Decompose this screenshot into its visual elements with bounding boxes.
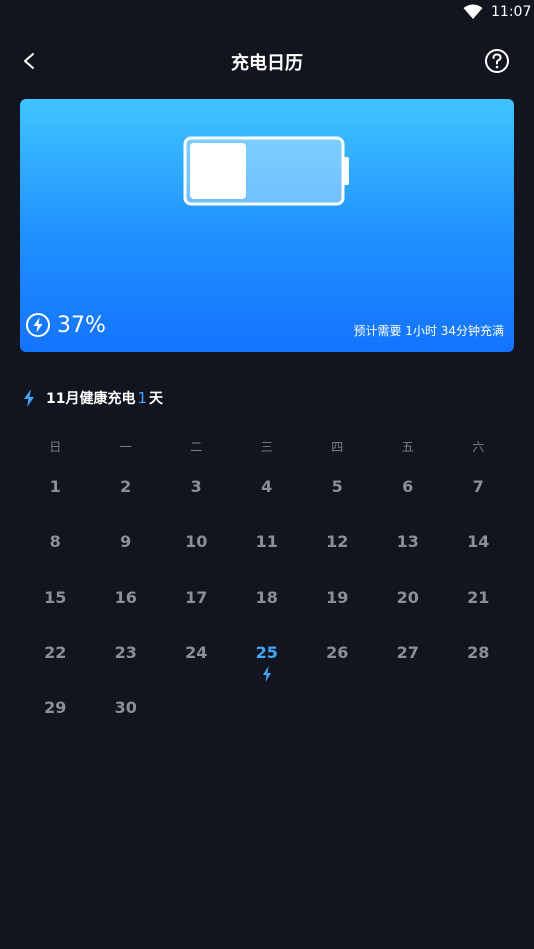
battery-icon bbox=[183, 136, 349, 206]
calendar-day[interactable]: 19 bbox=[302, 583, 373, 638]
day-number: 25 bbox=[255, 642, 278, 662]
calendar-days: 1 2 3 4 5 6 7 8 9 10 11 12 13 14 15 16 17 18 19 20 21 22 23 24 2… bbox=[20, 472, 514, 748]
bolt-icon bbox=[24, 389, 34, 407]
day-number: 18 bbox=[255, 587, 278, 607]
day-number: 6 bbox=[402, 477, 414, 496]
day-number: 11 bbox=[255, 532, 278, 552]
calendar-day[interactable]: 15 bbox=[20, 583, 91, 638]
calendar-day[interactable]: 11 bbox=[232, 527, 303, 582]
calendar-day[interactable]: 7 bbox=[443, 472, 514, 527]
calendar-day[interactable]: 29 bbox=[20, 693, 91, 748]
calendar-day[interactable]: 27 bbox=[373, 638, 444, 693]
day-number: 14 bbox=[467, 532, 490, 552]
day-number: 5 bbox=[331, 477, 343, 496]
weekday-header: 日一二三四五六 bbox=[20, 432, 514, 462]
calendar-day[interactable]: 13 bbox=[373, 527, 444, 582]
summary-suffix: 天 bbox=[149, 391, 164, 407]
day-number: 20 bbox=[396, 587, 419, 607]
calendar-day[interactable]: 5 bbox=[302, 472, 373, 527]
day-number: 12 bbox=[326, 532, 349, 552]
day-number: 15 bbox=[44, 587, 67, 607]
calendar-day[interactable]: 21 bbox=[443, 583, 514, 638]
calendar-day[interactable]: 12 bbox=[302, 527, 373, 582]
day-number: 30 bbox=[114, 698, 137, 718]
weekday-label: 四 bbox=[331, 440, 344, 454]
day-number: 22 bbox=[44, 642, 67, 662]
weekday-label: 六 bbox=[472, 440, 485, 454]
day-number: 2 bbox=[120, 477, 132, 496]
help-button[interactable] bbox=[484, 48, 510, 74]
calendar-day[interactable]: 24 bbox=[161, 638, 232, 693]
calendar-day[interactable]: 2 bbox=[91, 472, 162, 527]
calendar-day[interactable]: 28 bbox=[443, 638, 514, 693]
weekday-label: 五 bbox=[401, 440, 414, 454]
day-number: 27 bbox=[396, 642, 419, 662]
calendar-day[interactable]: 1 bbox=[20, 472, 91, 527]
calendar-day[interactable]: 6 bbox=[373, 472, 444, 527]
calendar-day[interactable]: 26 bbox=[302, 638, 373, 693]
battery-card: 37% 预计需要 1小时 34分钟充满 bbox=[20, 99, 514, 352]
day-number: 17 bbox=[185, 587, 208, 607]
calendar-day[interactable]: 3 bbox=[161, 472, 232, 527]
day-number: 3 bbox=[190, 477, 202, 496]
day-number: 13 bbox=[396, 532, 419, 552]
day-number: 29 bbox=[44, 698, 67, 718]
charged-bolt-icon bbox=[262, 665, 271, 682]
calendar-day[interactable]: 4 bbox=[232, 472, 303, 527]
calendar-day[interactable]: 10 bbox=[161, 527, 232, 582]
day-number: 24 bbox=[185, 642, 208, 662]
calendar-day[interactable]: 23 bbox=[91, 638, 162, 693]
calendar-day[interactable]: 30 bbox=[91, 693, 162, 748]
page-title: 充电日历 bbox=[231, 53, 303, 74]
help-circle-icon bbox=[485, 49, 509, 73]
calendar-day-today[interactable]: 25 bbox=[232, 638, 303, 693]
day-number: 23 bbox=[114, 642, 137, 662]
status-time: 11:07 bbox=[491, 4, 532, 20]
calendar: 日一二三四五六 1 2 3 4 5 6 7 8 9 10 11 12 13 14 15 16 17 18 19 20 2… bbox=[20, 432, 514, 748]
battery-percent: 37% bbox=[57, 312, 106, 338]
status-bar: 11:07 bbox=[0, 0, 534, 24]
calendar-day[interactable]: 9 bbox=[91, 527, 162, 582]
summary-prefix: 11月健康充电 bbox=[46, 391, 136, 407]
calendar-day[interactable]: 22 bbox=[20, 638, 91, 693]
time-remaining: 预计需要 1小时 34分钟充满 bbox=[353, 324, 504, 338]
calendar-day[interactable]: 8 bbox=[20, 527, 91, 582]
day-number: 8 bbox=[49, 532, 61, 552]
day-number: 7 bbox=[472, 477, 484, 496]
day-number: 21 bbox=[467, 587, 490, 607]
day-number: 4 bbox=[261, 477, 273, 496]
day-number: 26 bbox=[326, 642, 349, 662]
calendar-day[interactable]: 16 bbox=[91, 583, 162, 638]
monthly-summary: 11月健康充电 1 天 bbox=[22, 386, 163, 410]
day-number: 19 bbox=[326, 587, 349, 607]
calendar-day[interactable]: 17 bbox=[161, 583, 232, 638]
day-number: 16 bbox=[114, 587, 137, 607]
day-number: 10 bbox=[185, 532, 208, 552]
header: 充电日历 bbox=[0, 40, 534, 82]
weekday-label: 三 bbox=[260, 440, 273, 454]
calendar-day[interactable]: 20 bbox=[373, 583, 444, 638]
day-number: 9 bbox=[120, 532, 132, 552]
weekday-label: 一 bbox=[119, 440, 132, 454]
weekday-label: 二 bbox=[190, 440, 203, 454]
weekday-label: 日 bbox=[49, 440, 62, 454]
wifi-icon bbox=[463, 4, 483, 19]
day-number: 1 bbox=[49, 477, 61, 496]
calendar-day[interactable]: 18 bbox=[232, 583, 303, 638]
calendar-day[interactable]: 14 bbox=[443, 527, 514, 582]
day-number: 28 bbox=[467, 642, 490, 662]
charge-level: 37% bbox=[25, 312, 106, 338]
summary-count: 1 bbox=[137, 389, 148, 407]
charging-bolt-icon bbox=[26, 313, 50, 337]
